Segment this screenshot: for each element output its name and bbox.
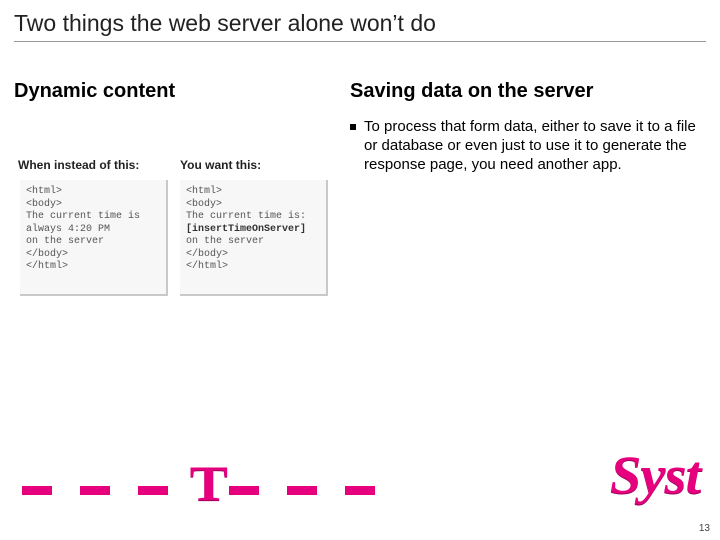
page-number: 13: [699, 523, 710, 534]
right-bullet-item: To process that form data, either to sav…: [350, 118, 702, 174]
brand-wordmark: Syst: [610, 444, 700, 506]
brand-dash-icon: [138, 486, 168, 495]
left-column-heading: Dynamic content: [14, 80, 175, 103]
code-box-dynamic: <html> <body> The current time is: [inse…: [180, 180, 328, 296]
brand-dash-row: T: [22, 468, 403, 512]
brand-dash-icon: [22, 486, 52, 495]
brand-dash-icon: [345, 486, 375, 495]
slide-title: Two things the web server alone won’t do: [14, 10, 706, 42]
brand-dash-icon: [229, 486, 259, 495]
code-box-static: <html> <body> The current time is always…: [20, 180, 168, 296]
bullet-square-icon: [350, 124, 356, 130]
brand-dash-icon: [80, 486, 110, 495]
right-column-heading: Saving data on the server: [350, 80, 593, 103]
right-bullet-text: To process that form data, either to sav…: [364, 118, 702, 174]
brand-dash-icon: [287, 486, 317, 495]
brand-logo: T Syst: [22, 448, 698, 494]
code-label-before: When instead of this:: [18, 158, 139, 172]
brand-t-icon: T: [190, 454, 226, 512]
code-label-after: You want this:: [180, 158, 261, 172]
code-dyn-bold: [insertTimeOnServer]: [186, 224, 306, 235]
code-dyn-pre: <html> <body> The current time is:: [186, 186, 306, 222]
code-dyn-post: on the server </body> </html>: [186, 236, 264, 272]
